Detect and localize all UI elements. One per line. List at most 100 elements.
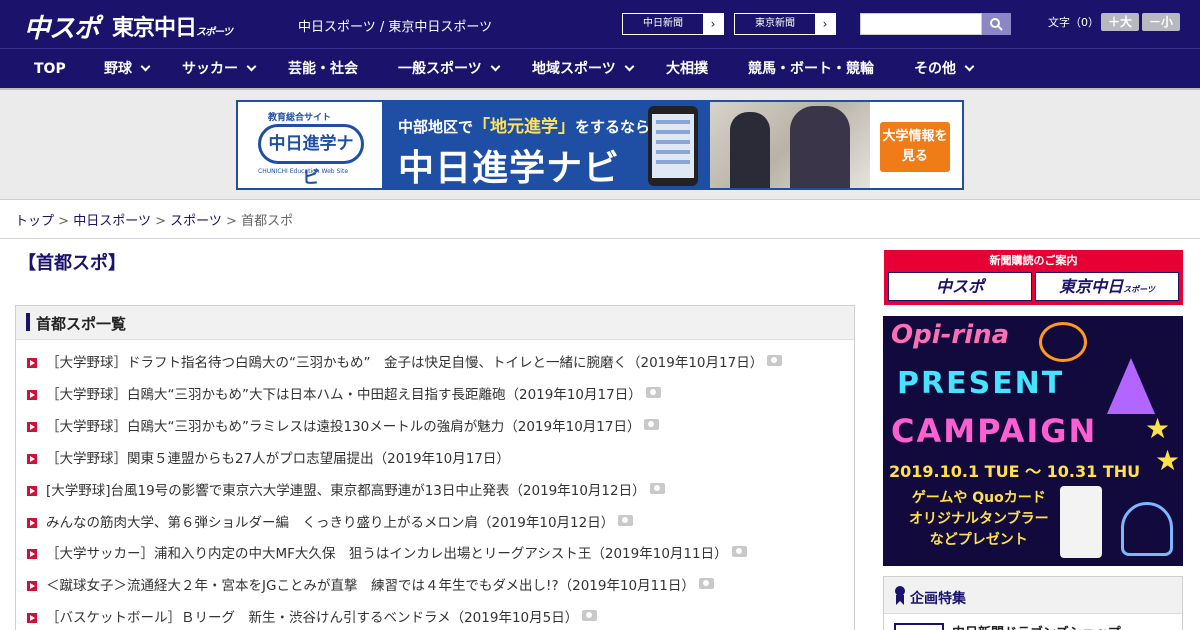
nav-item-baseball[interactable]: 野球 bbox=[104, 49, 151, 89]
shingaku-navi-logo: 中日進学ナビ bbox=[258, 124, 364, 188]
nav-item-soccer[interactable]: サッカー bbox=[182, 49, 257, 89]
promo-dates: 2019.10.1 TUE 〜 10.31 THU bbox=[889, 462, 1141, 481]
chevron-down-icon bbox=[964, 61, 975, 72]
article-link[interactable]: みんなの筋肉大学、第６弾ショルダー編 くっきり盛り上がるメロン肩（2019年10… bbox=[46, 513, 634, 533]
student-figure bbox=[790, 106, 850, 188]
tokyo-shimbun-link[interactable]: 東京新聞 › bbox=[734, 13, 836, 35]
university-info-button[interactable]: 大学情報を見る bbox=[880, 122, 950, 172]
bullet-icon bbox=[27, 518, 37, 528]
camera-icon bbox=[645, 387, 661, 398]
phone-screen-line bbox=[656, 150, 690, 154]
nav-item-other[interactable]: その他 bbox=[914, 49, 975, 89]
font-size-label: 文字（0） bbox=[1048, 16, 1099, 29]
main-nav: TOP 野球 サッカー 芸能・社会 一般スポーツ 地域スポーツ 大相撲 競馬・ボ… bbox=[0, 48, 1200, 88]
phone-screen-line bbox=[656, 120, 690, 124]
bullet-icon bbox=[27, 422, 37, 432]
present-campaign-ad[interactable]: Opi-rina PRESENT CAMPAIGN 2019.10.1 TUE … bbox=[883, 316, 1183, 566]
list-item[interactable]: ［大学野球］関東５連盟からも27人がプロ志望届提出（2019年10月17日） bbox=[26, 449, 846, 469]
font-larger-button[interactable]: ＋大 bbox=[1101, 13, 1139, 31]
article-title: ［大学野球］関東５連盟からも27人がプロ志望届提出（2019年10月17日） bbox=[46, 451, 510, 467]
search-input[interactable] bbox=[860, 13, 982, 35]
camera-icon bbox=[698, 578, 714, 589]
article-title: ［大学野球］白鴎大“三羽かもめ”大下は日本ハム・中田超え目指す長距離砲（2019… bbox=[46, 387, 642, 403]
header-accent-bar bbox=[26, 313, 30, 331]
article-link[interactable]: ［大学野球］白鴎大“三羽かもめ”大下は日本ハム・中田超え目指す長距離砲（2019… bbox=[46, 385, 661, 405]
nav-item-racing[interactable]: 競馬・ボート・競輪 bbox=[748, 49, 874, 89]
promo-brand: Opi-rina bbox=[891, 320, 1010, 350]
list-item[interactable]: ［大学野球］ドラフト指名待つ白鴎大の“三羽かもめ” 金子は快足自慢、トイレと一緒… bbox=[26, 353, 846, 373]
nav-item-label: 芸能・社会 bbox=[288, 61, 358, 77]
article-link[interactable]: ［大学野球］関東５連盟からも27人がプロ志望届提出（2019年10月17日） bbox=[46, 449, 510, 469]
bullet-icon bbox=[27, 358, 37, 368]
article-title: [大学野球]台風19号の影響で東京六大学連盟、東京都高野連が13日中止発表（20… bbox=[46, 483, 646, 499]
breadcrumb-top[interactable]: トップ bbox=[15, 214, 54, 229]
article-link[interactable]: [大学野球]台風19号の影響で東京六大学連盟、東京都高野連が13日中止発表（20… bbox=[46, 481, 665, 501]
shingaku-navi-banner[interactable]: 教育総合サイト 中日進学ナビ CHUNICHI Education Web Si… bbox=[236, 100, 964, 190]
chunichi-shimbun-link[interactable]: 中日新聞 › bbox=[622, 13, 724, 35]
list-item[interactable]: ［大学サッカー］浦和入り内定の中大MF大久保 狙うはインカレ出場とリーグアシスト… bbox=[26, 544, 846, 564]
camera-icon bbox=[582, 610, 598, 621]
nav-item-general-sports[interactable]: 一般スポーツ bbox=[398, 49, 501, 89]
tokyo-shimbun-label: 東京新聞 bbox=[755, 18, 795, 29]
banner-cta-area: 大学情報を見る bbox=[870, 102, 962, 188]
list-item[interactable]: ［大学野球］白鴎大“三羽かもめ”大下は日本ハム・中田超え目指す長距離砲（2019… bbox=[26, 385, 846, 405]
font-smaller-button[interactable]: －小 bbox=[1142, 13, 1180, 31]
list-item[interactable]: ［バスケットボール］Ｂリーグ 新生・渋谷けん引するベンドラメ（2019年10月5… bbox=[26, 608, 846, 628]
article-list-panel: 首都スポ一覧 ［大学野球］ドラフト指名待つ白鴎大の“三羽かもめ” 金子は快足自慢… bbox=[15, 305, 855, 630]
bullet-icon bbox=[27, 454, 37, 464]
pumpkin-icon bbox=[1039, 322, 1087, 362]
bullet-icon bbox=[27, 390, 37, 400]
subscribe-chuspo-button[interactable]: 中スポ bbox=[888, 272, 1032, 301]
bullet-icon bbox=[27, 486, 37, 496]
breadcrumb-sports[interactable]: スポーツ bbox=[170, 214, 222, 229]
chuspo-logo[interactable]: 中スポ bbox=[24, 8, 100, 45]
site-title: 中日スポーツ / 東京中日スポーツ bbox=[298, 20, 493, 35]
page-title: 【首都スポ】 bbox=[18, 253, 126, 274]
article-link[interactable]: ［大学野球］白鴎大“三羽かもめ”ラミレスは遠投130メートルの強肩が魅力（201… bbox=[46, 417, 660, 437]
list-item[interactable]: [大学野球]台風19号の影響で東京六大学連盟、東京都高野連が13日中止発表（20… bbox=[26, 481, 846, 501]
nav-item-local-sports[interactable]: 地域スポーツ bbox=[532, 49, 635, 89]
ribbon-icon bbox=[895, 586, 905, 605]
article-title: ［大学野球］白鴎大“三羽かもめ”ラミレスは遠投130メートルの強肩が魅力（201… bbox=[46, 419, 641, 435]
breadcrumb: トップ > 中日スポーツ > スポーツ > 首都スポ bbox=[15, 210, 293, 229]
article-link[interactable]: ＜蹴球女子＞流通経大２年・宮本をJGことみが直撃 練習では４年生でもダメ出し!?… bbox=[46, 576, 714, 596]
breadcrumb-chunichi-sports[interactable]: 中日スポーツ bbox=[73, 214, 151, 229]
nav-item-entertainment[interactable]: 芸能・社会 bbox=[288, 49, 358, 89]
student-figure bbox=[730, 112, 770, 188]
list-item[interactable]: ［大学野球］白鴎大“三羽かもめ”ラミレスは遠投130メートルの強肩が魅力（201… bbox=[26, 417, 846, 437]
nav-item-label: 一般スポーツ bbox=[398, 61, 482, 77]
breadcrumb-divider bbox=[0, 238, 1200, 239]
phone-screen-line bbox=[656, 160, 690, 164]
chevron-right-icon: › bbox=[703, 14, 723, 34]
breadcrumb-separator: > bbox=[155, 214, 166, 229]
star-icon: ★ bbox=[1155, 444, 1181, 477]
smartphone-image bbox=[648, 106, 698, 186]
tokyo-chunichi-logo[interactable]: 東京中日スポーツ bbox=[112, 10, 233, 42]
list-item[interactable]: ＜蹴球女子＞流通経大２年・宮本をJGことみが直撃 練習では４年生でもダメ出し!?… bbox=[26, 576, 846, 596]
subscription-box: 新聞購読のご案内 中スポ 東京中日スポーツ bbox=[884, 250, 1183, 305]
nav-item-sumo[interactable]: 大相撲 bbox=[666, 49, 708, 89]
chevron-down-icon bbox=[246, 61, 257, 72]
banner-logo-area: 教育総合サイト 中日進学ナビ CHUNICHI Education Web Si… bbox=[238, 102, 382, 188]
chevron-down-icon bbox=[490, 61, 501, 72]
article-link[interactable]: ［大学サッカー］浦和入り内定の中大MF大久保 狙うはインカレ出場とリーグアシスト… bbox=[46, 544, 747, 564]
article-title: ［大学サッカー］浦和入り内定の中大MF大久保 狙うはインカレ出場とリーグアシスト… bbox=[46, 546, 728, 562]
ad-banner-zone: 教育総合サイト 中日進学ナビ CHUNICHI Education Web Si… bbox=[0, 90, 1200, 200]
promo-title-line1: PRESENT bbox=[897, 366, 1065, 401]
camera-icon bbox=[644, 419, 660, 430]
tumbler-image bbox=[1060, 486, 1102, 558]
banner-logo-en: CHUNICHI Education Web Site bbox=[258, 168, 349, 175]
tokyo-chunichi-logo-text: 東京中日 bbox=[112, 16, 197, 41]
nav-item-top[interactable]: TOP bbox=[34, 49, 66, 89]
tokyo-chunichi-logo-suffix: スポーツ bbox=[196, 27, 233, 38]
feature-thumbnail bbox=[894, 623, 944, 630]
subscribe-tokyo-chunichi-button[interactable]: 東京中日スポーツ bbox=[1035, 272, 1179, 301]
banner-headline: 中部地区で「地元進学」をするなら bbox=[398, 112, 650, 137]
feature-item[interactable]: 中日新聞ドラゴンズショップ bbox=[884, 613, 1182, 630]
breadcrumb-current: 首都スポ bbox=[241, 214, 294, 229]
list-item[interactable]: みんなの筋肉大学、第６弾ショルダー編 くっきり盛り上がるメロン肩（2019年10… bbox=[26, 513, 846, 533]
article-link[interactable]: ［バスケットボール］Ｂリーグ 新生・渋谷けん引するベンドラメ（2019年10月5… bbox=[46, 608, 598, 628]
article-link[interactable]: ［大学野球］ドラフト指名待つ白鴎大の“三羽かもめ” 金子は快足自慢、トイレと一緒… bbox=[46, 353, 783, 373]
subscribe-tokyo-chunichi-label: 東京中日 bbox=[1059, 277, 1124, 296]
search-button[interactable] bbox=[982, 13, 1011, 35]
